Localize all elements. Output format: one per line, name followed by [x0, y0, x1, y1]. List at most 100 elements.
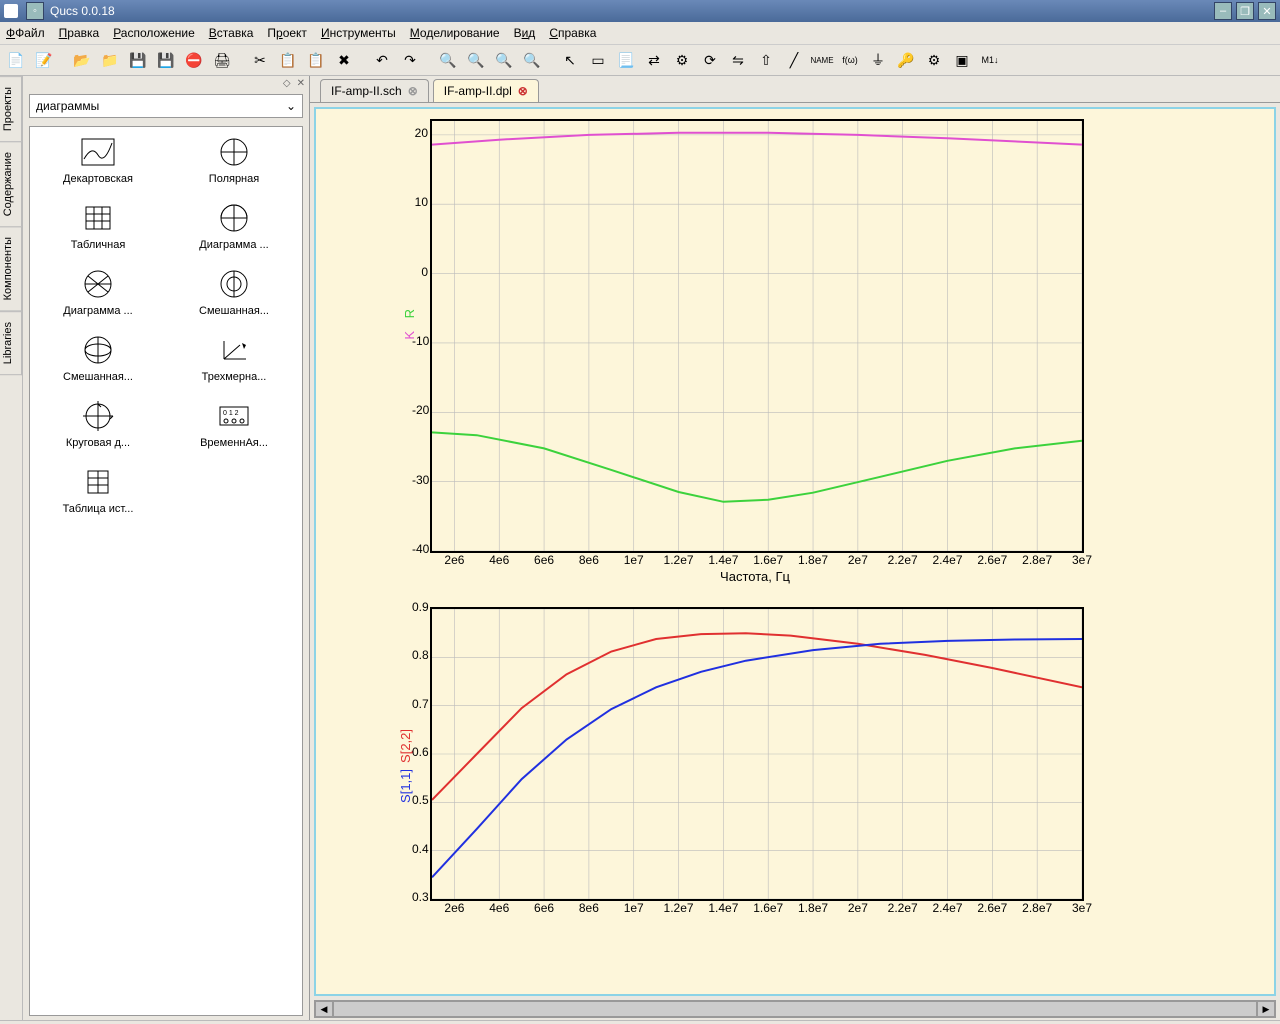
tab-close-icon[interactable]: ⊗ — [518, 84, 528, 98]
doc-icon[interactable]: 📃 — [614, 48, 638, 72]
x-tick: 2.8e7 — [1017, 901, 1057, 915]
menu-layout[interactable]: Расположение — [113, 26, 195, 40]
copy-icon[interactable]: 📋 — [276, 48, 300, 72]
close-button[interactable]: ✕ — [1258, 2, 1276, 20]
saveall-icon[interactable]: 💾 — [154, 48, 178, 72]
y-tick: 10 — [412, 195, 428, 209]
component-item[interactable]: Трехмерна... — [170, 333, 298, 383]
y-tick: 0.8 — [412, 648, 428, 662]
x-tick: 2e6 — [434, 553, 474, 567]
sysmenu-icon[interactable]: ◦ — [26, 2, 44, 20]
save-icon[interactable]: 💾 — [126, 48, 150, 72]
plot-canvas[interactable]: R K Частота, Гц -40-30-20-1001020 2e64e6… — [314, 107, 1276, 996]
chart-s — [430, 607, 1084, 901]
sidetab-components[interactable]: Компоненты — [0, 226, 22, 311]
x-tick: 2.2e7 — [883, 901, 923, 915]
x-tick: 1.8e7 — [793, 553, 833, 567]
component-label: Смешанная... — [63, 371, 133, 383]
wire-icon[interactable]: ╱ — [782, 48, 806, 72]
up-icon[interactable]: ⇧ — [754, 48, 778, 72]
tab-close-icon[interactable]: ⊗ — [408, 84, 418, 98]
x-tick: 1.4e7 — [703, 901, 743, 915]
scroll-left-icon[interactable]: ◀ — [315, 1001, 333, 1017]
side-panel: ◇ ✕ диаграммы ⌄ Декартовская Полярная Табли… — [23, 76, 310, 1020]
new-icon[interactable]: 📄 — [4, 48, 28, 72]
key-icon[interactable]: 🔑 — [894, 48, 918, 72]
zoomfit-icon[interactable]: 🔍 — [492, 48, 516, 72]
component-label: Трехмерна... — [202, 371, 267, 383]
menu-help[interactable]: Справка — [549, 26, 596, 40]
component-item[interactable]: Смешанная... — [34, 333, 162, 383]
open2-icon[interactable]: 📁 — [98, 48, 122, 72]
tab-label: IF-amp-II.dpl — [444, 84, 512, 98]
app-icon — [4, 4, 18, 18]
zoom1-icon[interactable]: 🔍 — [520, 48, 544, 72]
x-tick: 2.4e7 — [928, 553, 968, 567]
menu-edit[interactable]: Правка — [59, 26, 100, 40]
menu-simulation[interactable]: Моделирование — [410, 26, 500, 40]
cut-icon[interactable]: ✂ — [248, 48, 272, 72]
redo-icon[interactable]: ↷ — [398, 48, 422, 72]
component-item[interactable]: Таблица ист... — [34, 465, 162, 515]
menu-view[interactable]: Вид — [514, 26, 536, 40]
x-tick: 6e6 — [524, 553, 564, 567]
svg-text:0 1 2: 0 1 2 — [223, 410, 239, 417]
maximize-button[interactable]: ❐ — [1236, 2, 1254, 20]
run-icon[interactable]: ⚙ — [670, 48, 694, 72]
horizontal-scrollbar[interactable]: ◀ ▶ — [314, 1000, 1276, 1018]
stop-icon[interactable]: ⛔ — [182, 48, 206, 72]
x-tick: 2e7 — [838, 553, 878, 567]
open-icon[interactable]: 📂 — [70, 48, 94, 72]
menu-tools[interactable]: Инструменты — [321, 26, 396, 40]
xlabel-top: Частота, Гц — [430, 569, 1080, 584]
component-item[interactable]: Круговая д... — [34, 399, 162, 449]
print-icon[interactable]: 🖨 — [210, 48, 234, 72]
panel-pin-icon[interactable]: ◇ — [283, 78, 291, 89]
minimize-button[interactable]: – — [1214, 2, 1232, 20]
sidetab-content[interactable]: Содержание — [0, 141, 22, 227]
component-item[interactable]: Диаграмма ... — [34, 267, 162, 317]
marker-icon[interactable]: M1↓ — [978, 48, 1002, 72]
tab-sch[interactable]: IF-amp-II.sch ⊗ — [320, 79, 429, 102]
x-tick: 1.8e7 — [793, 901, 833, 915]
rotate-icon[interactable]: ⟳ — [698, 48, 722, 72]
y-tick: 0.7 — [412, 697, 428, 711]
scroll-right-icon[interactable]: ▶ — [1257, 1001, 1275, 1017]
component-item[interactable]: 0 1 2ВременнАя... — [170, 399, 298, 449]
category-combo[interactable]: диаграммы ⌄ — [29, 94, 303, 118]
undo-icon[interactable]: ↶ — [370, 48, 394, 72]
component-item[interactable]: Полярная — [170, 135, 298, 185]
go-icon[interactable]: ⇄ — [642, 48, 666, 72]
zoomout-icon[interactable]: 🔍 — [464, 48, 488, 72]
scroll-thumb[interactable] — [333, 1001, 1257, 1017]
component-item[interactable]: Табличная — [34, 201, 162, 251]
y-tick: 0.9 — [412, 600, 428, 614]
component-item[interactable]: Диаграмма ... — [170, 201, 298, 251]
menu-insert[interactable]: Вставка — [209, 26, 254, 40]
component-item[interactable]: Смешанная... — [170, 267, 298, 317]
gnd-icon[interactable]: ⏚ — [866, 48, 890, 72]
y-tick: -30 — [412, 473, 428, 487]
eq-icon[interactable]: f(ω) — [838, 48, 862, 72]
sidetab-libraries[interactable]: Libraries — [0, 311, 22, 375]
window-title: Qucs 0.0.18 — [50, 4, 115, 18]
zoomin-icon[interactable]: 🔍 — [436, 48, 460, 72]
panel-close-icon[interactable]: ✕ — [297, 78, 305, 89]
component-item[interactable]: Декартовская — [34, 135, 162, 185]
name-icon[interactable]: NAME — [810, 48, 834, 72]
select-icon[interactable]: ▭ — [586, 48, 610, 72]
play-icon[interactable]: ▣ — [950, 48, 974, 72]
statusbar: нет предупреждений 0 : 0 — [0, 1020, 1280, 1024]
sidetab-projects[interactable]: Проекты — [0, 76, 22, 142]
tab-dpl[interactable]: IF-amp-II.dpl ⊗ — [433, 79, 539, 102]
pointer-icon[interactable]: ↖ — [558, 48, 582, 72]
gear-icon[interactable]: ⚙ — [922, 48, 946, 72]
menu-project[interactable]: Проект — [267, 26, 307, 40]
component-label: Табличная — [71, 239, 126, 251]
text-icon[interactable]: 📝 — [32, 48, 56, 72]
mirror-icon[interactable]: ⇋ — [726, 48, 750, 72]
paste-icon[interactable]: 📋 — [304, 48, 328, 72]
menu-file[interactable]: Фdocument.currentScript.previousElementS… — [6, 26, 45, 40]
delete-icon[interactable]: ✖ — [332, 48, 356, 72]
component-label: Полярная — [209, 173, 259, 185]
